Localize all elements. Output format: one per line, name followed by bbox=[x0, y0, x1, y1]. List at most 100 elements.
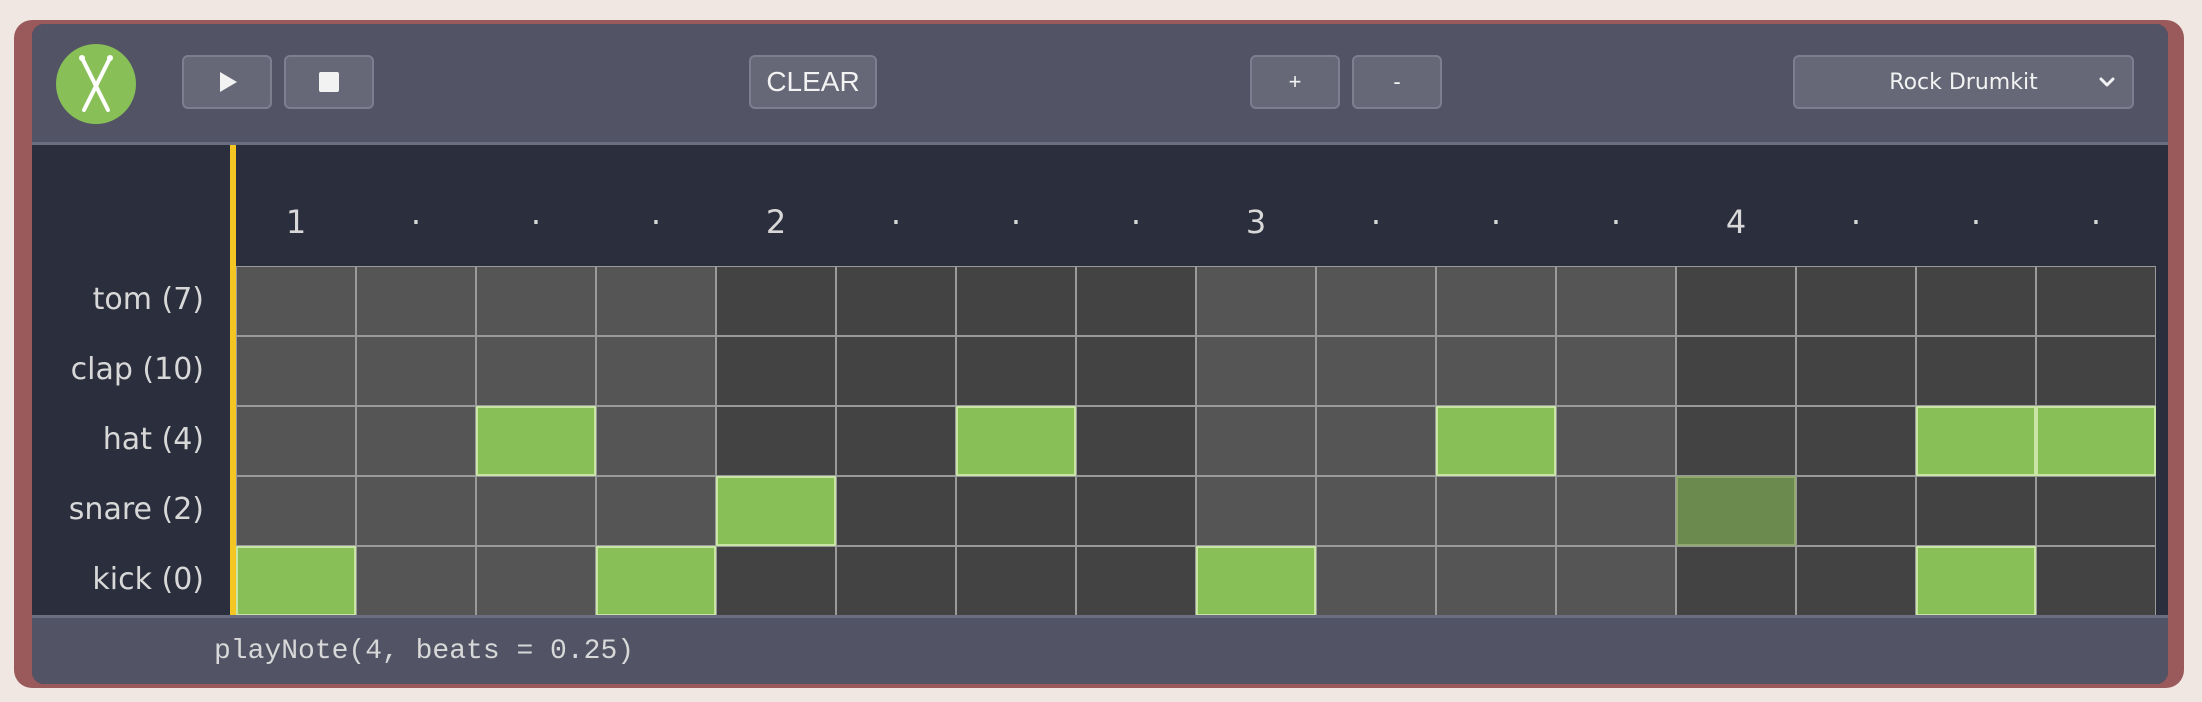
step-cell[interactable] bbox=[1796, 266, 1916, 336]
step-cell[interactable] bbox=[1076, 266, 1196, 336]
step-cell[interactable] bbox=[1556, 406, 1676, 476]
beat-marker: · bbox=[1010, 203, 1022, 241]
step-cell[interactable] bbox=[1436, 266, 1556, 336]
step-cell[interactable] bbox=[1196, 266, 1316, 336]
beat-marker: 4 bbox=[1725, 203, 1747, 241]
step-cell[interactable] bbox=[1796, 406, 1916, 476]
step-cell[interactable] bbox=[596, 336, 716, 406]
chevron-down-icon bbox=[2099, 77, 2115, 87]
step-cell[interactable] bbox=[956, 336, 1076, 406]
beat-marker: · bbox=[1850, 203, 1862, 241]
step-cell[interactable] bbox=[716, 406, 836, 476]
step-cell[interactable] bbox=[1076, 336, 1196, 406]
status-bar: playNote(4, beats = 0.25) bbox=[32, 615, 2168, 684]
step-cell[interactable] bbox=[236, 406, 356, 476]
step-cell[interactable] bbox=[1916, 336, 2036, 406]
step-cell[interactable] bbox=[476, 336, 596, 406]
step-cell[interactable] bbox=[1676, 546, 1796, 616]
step-cell[interactable] bbox=[1676, 476, 1796, 546]
step-cell[interactable] bbox=[356, 336, 476, 406]
step-cell[interactable] bbox=[1676, 266, 1796, 336]
step-cell[interactable] bbox=[356, 406, 476, 476]
step-cell[interactable] bbox=[476, 266, 596, 336]
step-cell[interactable] bbox=[1316, 406, 1436, 476]
step-cell[interactable] bbox=[716, 336, 836, 406]
stop-button[interactable] bbox=[284, 55, 374, 109]
beat-marker: 3 bbox=[1245, 203, 1267, 241]
step-cell[interactable] bbox=[476, 406, 596, 476]
step-cell[interactable] bbox=[1916, 406, 2036, 476]
step-cell[interactable] bbox=[2036, 266, 2156, 336]
step-cell[interactable] bbox=[476, 546, 596, 616]
step-cell[interactable] bbox=[1556, 266, 1676, 336]
step-cell[interactable] bbox=[1916, 266, 2036, 336]
step-cell[interactable] bbox=[1436, 476, 1556, 546]
step-cell[interactable] bbox=[1196, 336, 1316, 406]
beat-marker: · bbox=[530, 203, 542, 241]
beat-marker: · bbox=[1370, 203, 1382, 241]
step-cell[interactable] bbox=[1556, 336, 1676, 406]
step-cell[interactable] bbox=[2036, 336, 2156, 406]
step-cell[interactable] bbox=[956, 476, 1076, 546]
drumkit-select[interactable]: Rock Drumkit bbox=[1793, 55, 2134, 109]
beat-marker: · bbox=[410, 203, 422, 241]
step-cell[interactable] bbox=[1796, 336, 1916, 406]
step-cell[interactable] bbox=[596, 476, 716, 546]
step-cell[interactable] bbox=[836, 406, 956, 476]
row-label: hat (4) bbox=[102, 422, 204, 457]
step-cell[interactable] bbox=[596, 546, 716, 616]
step-cell[interactable] bbox=[1436, 546, 1556, 616]
step-cell[interactable] bbox=[956, 546, 1076, 616]
step-cell[interactable] bbox=[956, 266, 1076, 336]
step-cell[interactable] bbox=[716, 476, 836, 546]
beat-marker: · bbox=[1130, 203, 1142, 241]
step-cell[interactable] bbox=[1076, 546, 1196, 616]
step-cell[interactable] bbox=[236, 336, 356, 406]
step-cell[interactable] bbox=[1556, 546, 1676, 616]
step-cell[interactable] bbox=[1676, 336, 1796, 406]
beat-marker: 1 bbox=[285, 203, 307, 241]
step-cell[interactable] bbox=[356, 546, 476, 616]
clear-button[interactable]: CLEAR bbox=[749, 55, 877, 109]
step-cell[interactable] bbox=[1076, 406, 1196, 476]
tempo-down-button[interactable]: - bbox=[1352, 55, 1442, 109]
step-cell[interactable] bbox=[2036, 406, 2156, 476]
step-cell[interactable] bbox=[1196, 476, 1316, 546]
step-cell[interactable] bbox=[1436, 406, 1556, 476]
step-cell[interactable] bbox=[1316, 476, 1436, 546]
step-cell[interactable] bbox=[1796, 546, 1916, 616]
step-cell[interactable] bbox=[716, 546, 836, 616]
step-cell[interactable] bbox=[1916, 476, 2036, 546]
step-cell[interactable] bbox=[2036, 476, 2156, 546]
step-cell[interactable] bbox=[356, 266, 476, 336]
step-cell[interactable] bbox=[596, 266, 716, 336]
step-cell[interactable] bbox=[836, 476, 956, 546]
step-cell[interactable] bbox=[236, 546, 356, 616]
step-sequencer-grid: 1 · · · 2 · · · 3 · · · 4 · · · tom (7) clap (10) hat (4) s… bbox=[32, 145, 2168, 616]
step-cell[interactable] bbox=[956, 406, 1076, 476]
row-label: clap (10) bbox=[70, 352, 204, 387]
step-cell[interactable] bbox=[716, 266, 836, 336]
step-cell[interactable] bbox=[1916, 546, 2036, 616]
step-cell[interactable] bbox=[1196, 406, 1316, 476]
play-button[interactable] bbox=[182, 55, 272, 109]
step-cell[interactable] bbox=[1796, 476, 1916, 546]
step-cell[interactable] bbox=[836, 336, 956, 406]
step-cell[interactable] bbox=[2036, 546, 2156, 616]
step-cell[interactable] bbox=[836, 266, 956, 336]
step-cell[interactable] bbox=[1436, 336, 1556, 406]
step-cell[interactable] bbox=[596, 406, 716, 476]
step-cell[interactable] bbox=[356, 476, 476, 546]
step-cell[interactable] bbox=[236, 476, 356, 546]
step-cell[interactable] bbox=[1076, 476, 1196, 546]
step-cell[interactable] bbox=[236, 266, 356, 336]
step-cell[interactable] bbox=[836, 546, 956, 616]
step-cell[interactable] bbox=[1556, 476, 1676, 546]
step-cell[interactable] bbox=[1316, 546, 1436, 616]
step-cell[interactable] bbox=[1196, 546, 1316, 616]
step-cell[interactable] bbox=[1316, 336, 1436, 406]
tempo-up-button[interactable]: + bbox=[1250, 55, 1340, 109]
step-cell[interactable] bbox=[1676, 406, 1796, 476]
step-cell[interactable] bbox=[1316, 266, 1436, 336]
step-cell[interactable] bbox=[476, 476, 596, 546]
